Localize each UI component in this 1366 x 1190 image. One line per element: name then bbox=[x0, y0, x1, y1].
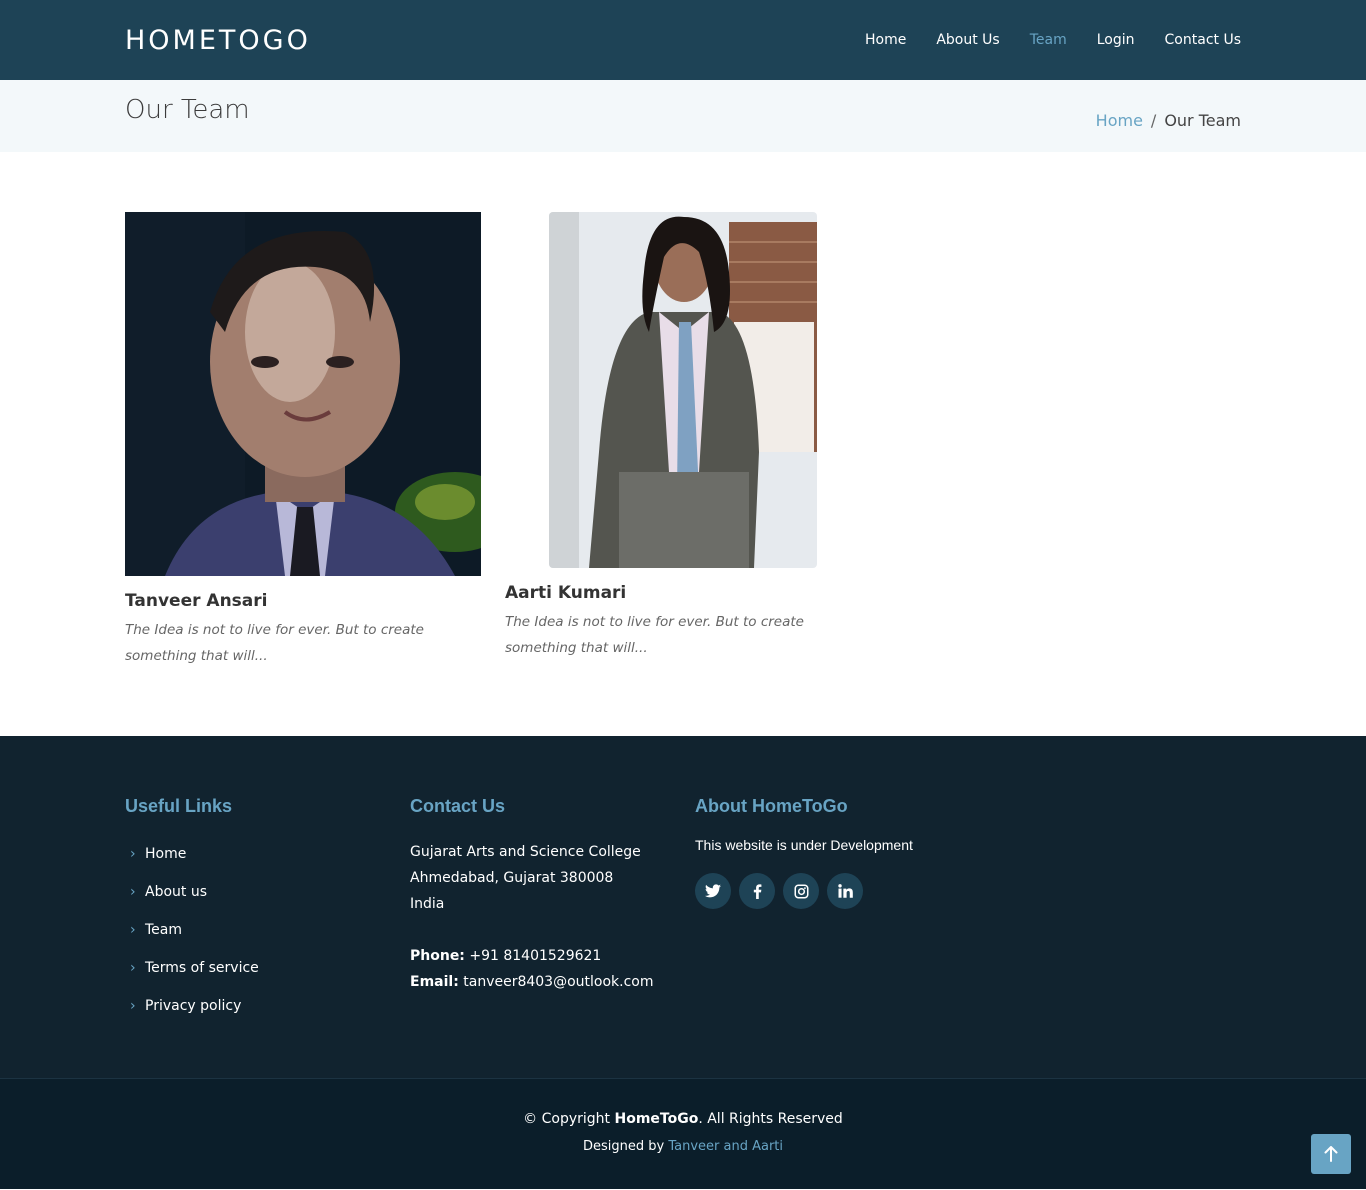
address-line-2: Ahmedabad, Gujarat 380008 bbox=[410, 870, 614, 886]
phone-line: Phone: +91 81401529621 bbox=[410, 943, 654, 969]
main-nav: Home About Us Team Login Contact Us bbox=[865, 32, 1241, 48]
footer-useful-links: Useful Links › Home › About us › Team › Term… bbox=[125, 796, 259, 1025]
footer-link-label: Privacy policy bbox=[145, 998, 242, 1014]
breadcrumb: Home / Our Team bbox=[1096, 111, 1241, 130]
footer-link-home[interactable]: › Home bbox=[125, 835, 259, 873]
nav-team[interactable]: Team bbox=[1030, 32, 1067, 48]
useful-links-list: › Home › About us › Team › Terms of service … bbox=[125, 835, 259, 1025]
footer: Useful Links › Home › About us › Team › Term… bbox=[0, 736, 1366, 1079]
arrow-up-icon bbox=[1324, 1146, 1338, 1162]
address-line-1: Gujarat Arts and Science College bbox=[410, 844, 641, 860]
chevron-right-icon: › bbox=[130, 960, 136, 976]
footer-link-label: Home bbox=[145, 846, 187, 862]
footer-link-privacy[interactable]: › Privacy policy bbox=[125, 987, 259, 1025]
copyright-prefix: © Copyright bbox=[523, 1111, 611, 1127]
facebook-icon[interactable] bbox=[739, 873, 775, 909]
designed-by-label: Designed by bbox=[582, 1139, 665, 1154]
nav-contact-us[interactable]: Contact Us bbox=[1165, 32, 1241, 48]
member-quote: The Idea is not to live for ever. But to… bbox=[505, 614, 804, 656]
footer-link-about[interactable]: › About us bbox=[125, 873, 259, 911]
team-member-card: Tanveer Ansari The Idea is not to live f… bbox=[125, 212, 481, 669]
member-name: Aarti Kumari bbox=[505, 583, 627, 603]
designers-link[interactable]: Tanveer and Aarti bbox=[668, 1139, 783, 1154]
nav-home[interactable]: Home bbox=[865, 32, 906, 48]
credits: Designed by Tanveer and Aarti bbox=[0, 1139, 1366, 1154]
breadcrumb-bar: Our Team Home / Our Team bbox=[0, 80, 1366, 152]
breadcrumb-home-link[interactable]: Home bbox=[1096, 111, 1143, 130]
footer-link-terms[interactable]: › Terms of service bbox=[125, 949, 259, 987]
copyright-suffix: . All Rights Reserved bbox=[698, 1111, 843, 1127]
member-name: Tanveer Ansari bbox=[125, 591, 268, 611]
chevron-right-icon: › bbox=[130, 922, 136, 938]
footer-link-label: Terms of service bbox=[145, 960, 259, 976]
breadcrumb-current: Our Team bbox=[1164, 110, 1241, 130]
instagram-icon[interactable] bbox=[783, 873, 819, 909]
footer-contact: Contact Us Gujarat Arts and Science Coll… bbox=[410, 796, 654, 995]
site-header: HOMETOGO Home About Us Team Login Contac… bbox=[0, 0, 1366, 80]
page-title: Our Team bbox=[125, 95, 250, 125]
phone-label: Phone: bbox=[410, 948, 465, 964]
footer-about: About HomeToGo This website is under Dev… bbox=[695, 796, 913, 909]
member-photo bbox=[125, 212, 481, 576]
useful-links-title: Useful Links bbox=[125, 796, 233, 816]
team-section: Tanveer Ansari The Idea is not to live f… bbox=[0, 152, 1366, 736]
email-line: Email: tanveer8403@outlook.com bbox=[410, 969, 654, 995]
social-links bbox=[695, 873, 913, 909]
chevron-right-icon: › bbox=[130, 998, 136, 1014]
member-quote: The Idea is not to live for ever. But to… bbox=[125, 622, 424, 664]
member-photo bbox=[549, 212, 817, 568]
copyright: © Copyright HomeToGo. All Rights Reserve… bbox=[0, 1079, 1366, 1127]
footer-link-team[interactable]: › Team bbox=[125, 911, 259, 949]
footer-bottom: © Copyright HomeToGo. All Rights Reserve… bbox=[0, 1079, 1366, 1189]
nav-login[interactable]: Login bbox=[1097, 32, 1135, 48]
footer-link-label: Team bbox=[145, 922, 183, 938]
chevron-right-icon: › bbox=[130, 884, 136, 900]
team-member-card: Aarti Kumari The Idea is not to live for… bbox=[505, 212, 855, 661]
back-to-top-button[interactable] bbox=[1311, 1134, 1351, 1174]
twitter-icon[interactable] bbox=[695, 873, 731, 909]
email-value[interactable]: tanveer8403@outlook.com bbox=[463, 974, 653, 990]
nav-about-us[interactable]: About Us bbox=[936, 32, 999, 48]
site-logo[interactable]: HOMETOGO bbox=[125, 25, 311, 56]
footer-link-label: About us bbox=[145, 884, 208, 900]
about-title: About HomeToGo bbox=[695, 796, 848, 816]
phone-value: +91 81401529621 bbox=[469, 948, 602, 964]
address-line-3: India bbox=[410, 896, 445, 912]
linkedin-icon[interactable] bbox=[827, 873, 863, 909]
breadcrumb-separator: / bbox=[1150, 110, 1157, 130]
contact-title: Contact Us bbox=[410, 796, 506, 816]
chevron-right-icon: › bbox=[130, 846, 136, 862]
email-label: Email: bbox=[410, 974, 459, 990]
about-text: This website is under Development bbox=[695, 837, 913, 853]
copyright-brand: HomeToGo bbox=[614, 1111, 699, 1127]
